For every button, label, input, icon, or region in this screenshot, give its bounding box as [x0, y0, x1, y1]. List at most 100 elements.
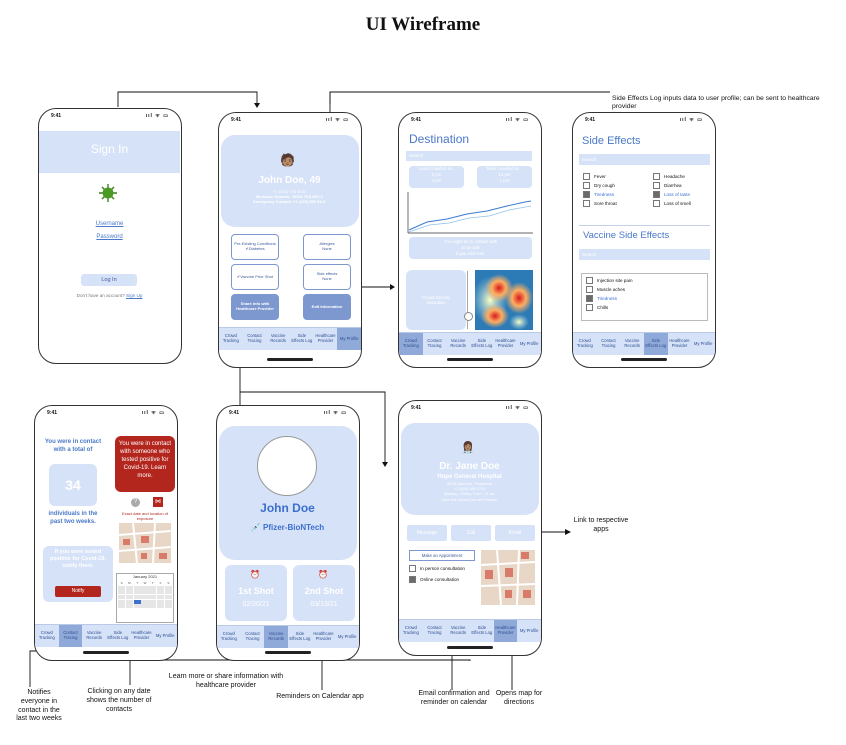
checkbox-item[interactable]: Loss of smell [653, 200, 713, 207]
calendar-day[interactable] [164, 590, 172, 595]
nav-crowd[interactable]: Crowd Tracking [399, 620, 423, 642]
calendar-day[interactable] [149, 604, 157, 609]
nav-sidefx[interactable]: Side Effects Log [470, 620, 494, 642]
checkbox-item[interactable]: Headache [653, 173, 713, 180]
password-field[interactable]: Password [39, 234, 180, 240]
share-icon[interactable]: ⋈ [153, 497, 163, 507]
nav-vaccine[interactable]: Vaccine Records [264, 626, 289, 648]
call-button[interactable]: Call [451, 525, 491, 541]
checkbox-item[interactable]: Fever [583, 173, 643, 180]
signup-link[interactable]: Sign Up [126, 293, 142, 298]
calendar-day[interactable] [125, 585, 134, 590]
vaccine-sidefx-search[interactable]: Search [579, 249, 710, 260]
calendar-day[interactable] [156, 585, 165, 590]
nav-vaccine[interactable]: Vaccine Records [446, 333, 470, 355]
nav-profile[interactable]: My Profile [335, 626, 359, 648]
density-slider-handle[interactable] [464, 312, 473, 321]
checkbox-item[interactable]: Diarrhea [653, 182, 713, 189]
nav-contact[interactable]: Contact Tracing [243, 328, 267, 350]
nav-vaccine[interactable]: Vaccine Records [446, 620, 470, 642]
checkbox-item[interactable]: Tiredness [583, 191, 643, 198]
nav-contact[interactable]: Contact Tracing [423, 620, 447, 642]
login-button[interactable]: Log In [81, 274, 137, 286]
nav-vaccine[interactable]: Vaccine Records [266, 328, 290, 350]
checkbox-item[interactable]: Sore throat [583, 200, 643, 207]
email-button[interactable]: Email [495, 525, 535, 541]
checkbox-item[interactable]: Chills [586, 304, 703, 311]
calendar-day[interactable] [133, 585, 141, 590]
allergies-card[interactable]: Allergies None [303, 234, 351, 260]
calendar-day[interactable] [125, 599, 134, 604]
nav-sidefx[interactable]: Side Effects Log [470, 333, 494, 355]
calendar-day[interactable] [133, 604, 141, 609]
exposure-map[interactable] [118, 522, 172, 564]
nav-provider[interactable]: Healthcare Provider [668, 333, 692, 355]
calendar-day[interactable] [141, 604, 149, 609]
nav-contact[interactable]: Contact Tracing [58, 625, 83, 647]
calendar-day[interactable] [118, 604, 126, 609]
checkbox-item[interactable]: Muscle aches [586, 286, 703, 293]
username-field[interactable]: Username [39, 221, 180, 227]
destination-search[interactable]: Search [406, 151, 532, 161]
nav-profile[interactable]: My Profile [691, 333, 715, 355]
calendar-day[interactable] [125, 590, 134, 595]
side-effects-card[interactable]: Side effects None [303, 264, 351, 290]
nav-provider[interactable]: Healthcare Provider [493, 620, 518, 642]
nav-profile[interactable]: My Profile [517, 620, 541, 642]
share-info-button[interactable]: Share Info with Healthcare Provider [231, 294, 279, 320]
calendar-day[interactable] [156, 590, 165, 595]
calendar-day[interactable] [164, 599, 172, 604]
preexisting-card[interactable]: Pre-Existing Conditions ✔Diabetes [231, 234, 279, 260]
calendar-day[interactable] [164, 604, 172, 609]
nav-provider[interactable]: Healthcare Provider [130, 625, 154, 647]
nav-sidefx[interactable]: Side Effects Log [290, 328, 314, 350]
nav-crowd[interactable]: Crowd Tracking [399, 333, 423, 355]
help-icon[interactable]: ? [131, 498, 140, 507]
nav-contact[interactable]: Contact Tracing [423, 333, 447, 355]
calendar-day[interactable] [141, 590, 149, 595]
calendar-day[interactable] [149, 594, 157, 600]
nav-provider[interactable]: Healthcare Provider [494, 333, 518, 355]
calendar-day[interactable] [118, 590, 126, 595]
nav-provider[interactable]: Healthcare Provider [312, 626, 336, 648]
directions-map[interactable] [480, 549, 536, 606]
calendar-day[interactable] [125, 594, 134, 600]
calendar-day[interactable] [164, 585, 172, 590]
checkbox-item[interactable]: Loss of taste [653, 191, 713, 198]
vaccine-prior-card[interactable]: ✔ Vaccine Prior Shot [231, 264, 279, 290]
calendar-day[interactable] [141, 599, 149, 604]
calendar-day[interactable] [156, 599, 165, 604]
sidefx-search[interactable]: Search [579, 154, 710, 165]
checkbox-item[interactable]: Injection site pain [586, 277, 703, 284]
calendar-day[interactable] [133, 594, 141, 600]
nav-sidefx[interactable]: Side Effects Log [288, 626, 312, 648]
nav-contact[interactable]: Contact Tracing [597, 333, 621, 355]
nav-sidefx[interactable]: Side Effects Log [106, 625, 130, 647]
inperson-option[interactable]: In person consultation [409, 565, 465, 572]
calendar-day[interactable] [118, 599, 126, 604]
calendar-day[interactable] [149, 585, 157, 590]
online-option[interactable]: Online consultation [409, 576, 459, 583]
calendar-day[interactable] [164, 594, 172, 600]
nav-crowd[interactable]: Crowd Tracking [35, 625, 59, 647]
calendar-day[interactable] [125, 604, 134, 609]
calendar-day[interactable] [141, 585, 149, 590]
nav-profile[interactable]: My Profile [153, 625, 177, 647]
checkbox-item[interactable]: Dry cough [583, 182, 643, 189]
calendar-day[interactable] [156, 604, 165, 609]
appointment-button[interactable]: Make an Appointment [409, 550, 475, 561]
calendar-day[interactable] [118, 594, 126, 600]
exposure-alert[interactable]: You were in contact with someone who tes… [115, 436, 175, 492]
nav-vaccine[interactable]: Vaccine Records [620, 333, 644, 355]
calendar-day[interactable] [118, 585, 126, 590]
nav-crowd[interactable]: Crowd Tracking [219, 328, 243, 350]
calendar-day[interactable] [133, 590, 141, 595]
calendar-day[interactable] [149, 590, 157, 595]
nav-crowd[interactable]: Crowd Tracking [217, 626, 241, 648]
nav-contact[interactable]: Contact Tracing [241, 626, 265, 648]
message-button[interactable]: Message [407, 525, 447, 541]
nav-crowd[interactable]: Crowd Tracking [573, 333, 597, 355]
calendar-day[interactable] [141, 594, 149, 600]
nav-profile[interactable]: My Profile [517, 333, 541, 355]
edit-info-button[interactable]: Edit Information [303, 294, 351, 320]
